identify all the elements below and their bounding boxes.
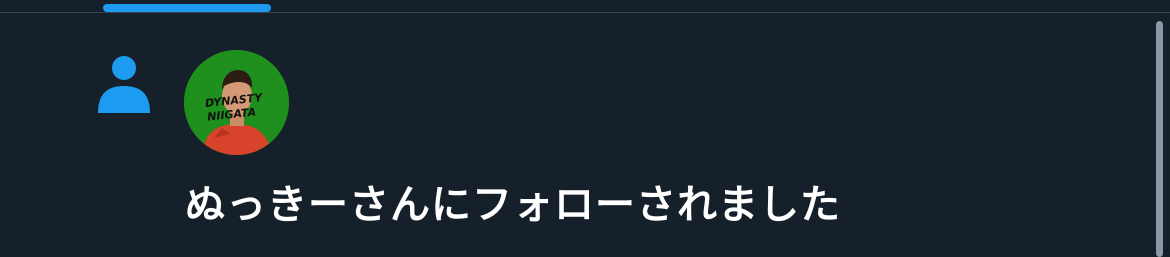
notification-text: ぬっきーさんにフォローされました — [185, 182, 841, 228]
scrollbar[interactable] — [1148, 13, 1170, 257]
tab-bar — [0, 0, 1170, 13]
follow-notification[interactable]: DYNASTY NIIGATA ぬっきーさんにフォローされました — [0, 13, 1148, 257]
active-tab-indicator — [103, 4, 271, 12]
notifications-page: DYNASTY NIIGATA ぬっきーさんにフォローされました — [0, 0, 1170, 257]
avatar[interactable]: DYNASTY NIIGATA — [184, 50, 289, 155]
person-icon — [98, 55, 150, 115]
scrollbar-thumb[interactable] — [1156, 21, 1163, 257]
